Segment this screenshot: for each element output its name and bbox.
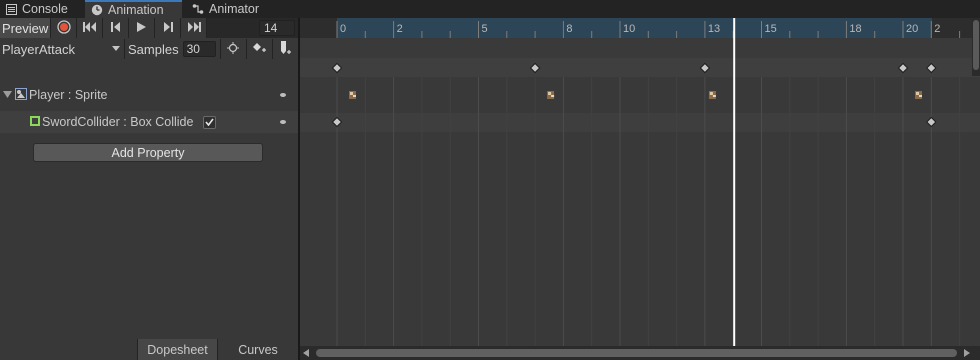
sprite-keyframe: [708, 91, 716, 99]
property-label-player-sprite: Player : Sprite: [29, 88, 108, 102]
tab-curves[interactable]: Curves: [217, 339, 298, 360]
add-keyframe-button[interactable]: [245, 39, 272, 59]
property-row-sword-collider[interactable]: SwordCollider : Box Collide: [0, 111, 298, 133]
property-label-sword-collider: SwordCollider : Box Collide: [42, 115, 194, 129]
console-icon: [6, 3, 17, 15]
summary-keyframe: [331, 62, 343, 74]
collider-keyframe: [331, 116, 343, 128]
sprite-thumb-head: [548, 92, 552, 95]
sprite-thumb-sword: [712, 95, 716, 97]
vertical-scrollbar[interactable]: [972, 18, 980, 76]
sprite-thumb-head: [916, 92, 919, 95]
playback-toolbar: Preview 14: [0, 18, 298, 38]
add-property-button[interactable]: Add Property: [33, 143, 263, 162]
dopesheet-area[interactable]: 0 2 5 8 10 13 15 18 20 2: [300, 18, 980, 360]
property-options-dot-icon[interactable]: [280, 120, 286, 124]
property-panel: Preview 14 PlayerAttack Samples 30 Playe…: [0, 18, 298, 360]
collider-enabled-checkbox[interactable]: [203, 115, 216, 129]
add-event-button[interactable]: [271, 39, 298, 59]
step-back-icon: [110, 21, 121, 35]
sprite-keyframe: [349, 91, 356, 99]
samples-field[interactable]: 30: [182, 41, 216, 57]
horizontal-scrollbar[interactable]: [300, 346, 980, 360]
property-options-dot-icon[interactable]: [280, 93, 286, 97]
clip-dropdown[interactable]: PlayerAttack: [0, 39, 125, 59]
first-key-button[interactable]: [77, 18, 103, 38]
foldout-arrow-icon[interactable]: [3, 88, 12, 102]
keyframe-grid: [331, 38, 961, 346]
sprite-renderer-icon: [15, 87, 27, 103]
samples-label: Samples: [128, 41, 179, 57]
horizontal-scroll-thumb[interactable]: [316, 349, 957, 357]
sprite-keyframe: [915, 91, 922, 99]
add-event-icon: [279, 40, 292, 58]
view-mode-tabs: Dopesheet Curves: [137, 339, 298, 360]
sprite-thumb-head: [709, 92, 713, 95]
sprite-thumb-sword: [551, 95, 555, 97]
tab-animator[interactable]: Animator: [186, 0, 265, 18]
sprite-keyframe: [547, 91, 555, 99]
scroll-right-arrow-icon[interactable]: [964, 349, 970, 357]
summary-keyframe: [897, 62, 909, 74]
play-icon: [137, 21, 146, 35]
tab-animator-label: Animator: [209, 2, 260, 16]
animator-icon: [192, 3, 204, 15]
box-collider-icon: [30, 115, 40, 129]
sprite-thumb-head: [350, 92, 353, 95]
step-forward-icon: [163, 21, 173, 35]
play-button[interactable]: [129, 18, 155, 38]
current-frame-field[interactable]: 14: [259, 20, 295, 36]
record-icon: [56, 19, 71, 37]
previous-key-button[interactable]: [103, 18, 129, 38]
preview-button[interactable]: Preview: [0, 18, 51, 38]
clip-name: PlayerAttack: [2, 41, 75, 57]
skip-to-end-icon: [187, 21, 201, 35]
property-row-player-sprite[interactable]: Player : Sprite: [0, 84, 298, 106]
clock-icon: [91, 4, 103, 16]
tab-dopesheet[interactable]: Dopesheet: [137, 339, 217, 360]
record-button[interactable]: [51, 18, 77, 38]
window-tab-bar: Console Animation Animator: [0, 0, 980, 18]
last-key-button[interactable]: [181, 18, 207, 38]
collider-keyframe: [926, 116, 937, 128]
summary-keyframe: [699, 62, 711, 74]
add-key-icon: [252, 42, 267, 57]
clip-toolbar: PlayerAttack Samples 30: [0, 38, 298, 60]
scroll-left-arrow-icon[interactable]: [303, 349, 309, 357]
dropdown-arrow-icon: [112, 46, 120, 51]
summary-keyframe: [926, 62, 937, 74]
sprite-thumb-sword: [353, 95, 356, 97]
crosshair-icon: [227, 41, 240, 57]
checkmark-icon: [205, 115, 214, 129]
skip-to-start-icon: [82, 21, 97, 35]
filter-selected-button[interactable]: [219, 39, 246, 59]
tab-console[interactable]: Console: [0, 0, 74, 18]
next-key-button[interactable]: [155, 18, 181, 38]
tab-console-label: Console: [22, 2, 68, 16]
tab-animation-label: Animation: [108, 3, 164, 17]
sprite-thumb-sword: [919, 95, 922, 97]
summary-keyframe: [529, 62, 541, 74]
vertical-scroll-thumb[interactable]: [973, 20, 979, 70]
tab-animation[interactable]: Animation: [85, 0, 182, 18]
